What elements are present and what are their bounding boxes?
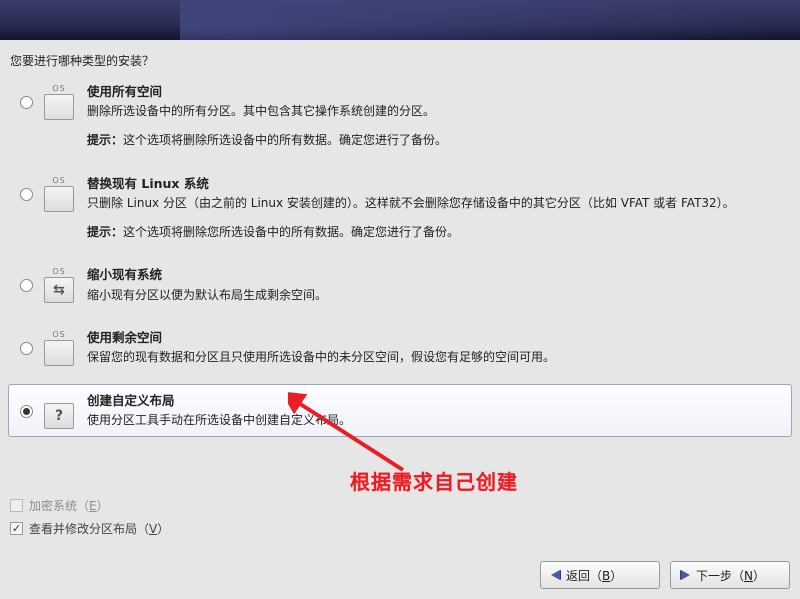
radio-use-all-space[interactable] [20, 96, 33, 109]
disk-icon: OS [37, 328, 81, 366]
arrow-left-icon [551, 570, 560, 580]
footer-buttons: 返回（B） 下一步（N） [540, 561, 790, 589]
encrypt-checkbox-row[interactable]: 加密系统（E） [10, 497, 169, 514]
install-options: OS 使用所有空间 删除所选设备中的所有分区。其中包含其它操作系统创建的分区。 … [0, 75, 800, 437]
radio-custom-layout[interactable] [20, 405, 33, 418]
encrypt-checkbox[interactable] [10, 499, 23, 512]
option-desc: 缩小现有分区以便为默认布局生成剩余空间。 [87, 286, 785, 305]
review-label: 查看并修改分区布局（V） [29, 520, 169, 537]
arrow-right-icon [681, 570, 690, 580]
option-replace-linux[interactable]: OS 替换现有 Linux 系统 只删除 Linux 分区（由之前的 Linux… [8, 167, 792, 249]
option-title: 使用剩余空间 [87, 328, 785, 347]
option-title: 创建自定义布局 [87, 391, 785, 410]
option-desc: 删除所选设备中的所有分区。其中包含其它操作系统创建的分区。 [87, 102, 785, 121]
review-checkbox-row[interactable]: 查看并修改分区布局（V） [10, 520, 169, 537]
header-banner [0, 0, 800, 40]
disk-icon: OS ⇆ [37, 265, 81, 303]
extra-options: 加密系统（E） 查看并修改分区布局（V） [10, 497, 169, 543]
next-button[interactable]: 下一步（N） [670, 561, 790, 589]
option-desc: 只删除 Linux 分区（由之前的 Linux 安装创建的）。这样就不会删除您存… [87, 194, 785, 213]
option-use-all-space[interactable]: OS 使用所有空间 删除所选设备中的所有分区。其中包含其它操作系统创建的分区。 … [8, 75, 792, 157]
option-title: 缩小现有系统 [87, 265, 785, 284]
option-shrink[interactable]: OS ⇆ 缩小现有系统 缩小现有分区以便为默认布局生成剩余空间。 [8, 258, 792, 311]
disk-icon: OS [37, 174, 81, 212]
option-free-space[interactable]: OS 使用剩余空间 保留您的现有数据和分区且只使用所选设备中的未分区空间，假设您… [8, 321, 792, 374]
next-label: 下一步（N） [696, 567, 765, 584]
annotation-text: 根据需求自己创建 [350, 466, 518, 495]
option-desc: 保留您的现有数据和分区且只使用所选设备中的未分区空间，假设您有足够的空间可用。 [87, 348, 785, 367]
option-title: 使用所有空间 [87, 82, 785, 101]
option-title: 替换现有 Linux 系统 [87, 174, 785, 193]
option-hint: 提示：这个选项将删除所选设备中的所有数据。确定您进行了备份。 [87, 131, 785, 150]
disk-icon: ? [37, 391, 81, 429]
back-label: 返回（B） [566, 567, 622, 584]
prompt-text: 您要进行哪种类型的安装？ [0, 40, 800, 75]
review-checkbox[interactable] [10, 522, 23, 535]
radio-free-space[interactable] [20, 342, 33, 355]
option-custom-layout[interactable]: ? 创建自定义布局 使用分区工具手动在所选设备中创建自定义布局。 [8, 384, 792, 437]
back-button[interactable]: 返回（B） [540, 561, 660, 589]
radio-replace-linux[interactable] [20, 188, 33, 201]
option-desc: 使用分区工具手动在所选设备中创建自定义布局。 [87, 411, 785, 430]
radio-shrink[interactable] [20, 279, 33, 292]
encrypt-label: 加密系统（E） [29, 497, 109, 514]
disk-icon: OS [37, 82, 81, 120]
option-hint: 提示：这个选项将删除您所选设备中的所有数据。确定您进行了备份。 [87, 223, 785, 242]
